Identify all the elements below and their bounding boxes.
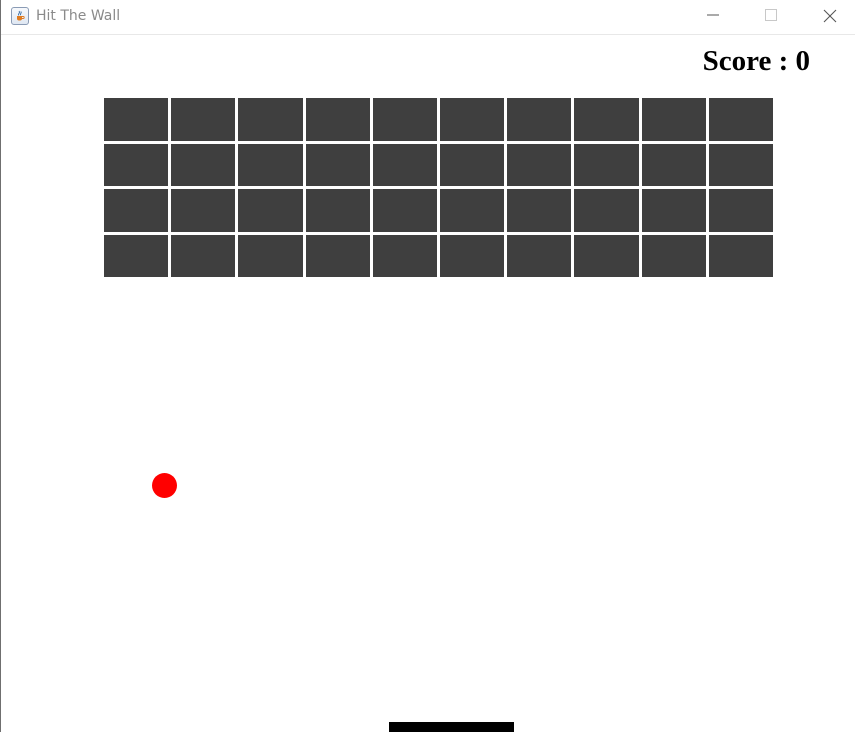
brick [372, 189, 437, 232]
brick [574, 143, 639, 186]
brick [440, 98, 505, 141]
window-title: Hit The Wall [36, 8, 121, 24]
brick [171, 189, 236, 232]
brick [507, 189, 572, 232]
brick [171, 234, 236, 277]
brick [305, 189, 370, 232]
brick [708, 234, 773, 277]
brick [171, 98, 236, 141]
brick [104, 143, 169, 186]
ball [152, 473, 177, 498]
minimize-button[interactable] [684, 0, 742, 32]
maximize-button[interactable] [742, 0, 800, 32]
close-icon [823, 9, 837, 23]
game-window: Hit The Wall Score : 0 [0, 0, 855, 732]
brick [305, 98, 370, 141]
close-button[interactable] [800, 0, 855, 32]
brick [305, 143, 370, 186]
brick [104, 98, 169, 141]
maximize-icon [765, 9, 777, 21]
brick [238, 98, 303, 141]
brick [372, 98, 437, 141]
brick [104, 189, 169, 232]
brick [440, 143, 505, 186]
brick [708, 143, 773, 186]
brick [305, 234, 370, 277]
brick [238, 143, 303, 186]
brick [641, 143, 706, 186]
brick [238, 234, 303, 277]
brick [574, 189, 639, 232]
brick [507, 98, 572, 141]
brick [507, 143, 572, 186]
java-coffee-cup-icon [11, 7, 29, 25]
brick [507, 234, 572, 277]
brick [238, 189, 303, 232]
brick [641, 234, 706, 277]
brick [574, 234, 639, 277]
brick [440, 234, 505, 277]
brick [708, 189, 773, 232]
brick [641, 189, 706, 232]
brick [104, 234, 169, 277]
brick [440, 189, 505, 232]
game-canvas[interactable]: Score : 0 [2, 36, 855, 732]
paddle[interactable] [389, 722, 514, 732]
brick [708, 98, 773, 141]
brick [372, 234, 437, 277]
score-label: Score : 0 [702, 45, 810, 77]
brick [372, 143, 437, 186]
brick [171, 143, 236, 186]
minimize-icon [707, 14, 719, 16]
brick [641, 98, 706, 141]
title-bar[interactable]: Hit The Wall [1, 0, 855, 35]
brick [574, 98, 639, 141]
